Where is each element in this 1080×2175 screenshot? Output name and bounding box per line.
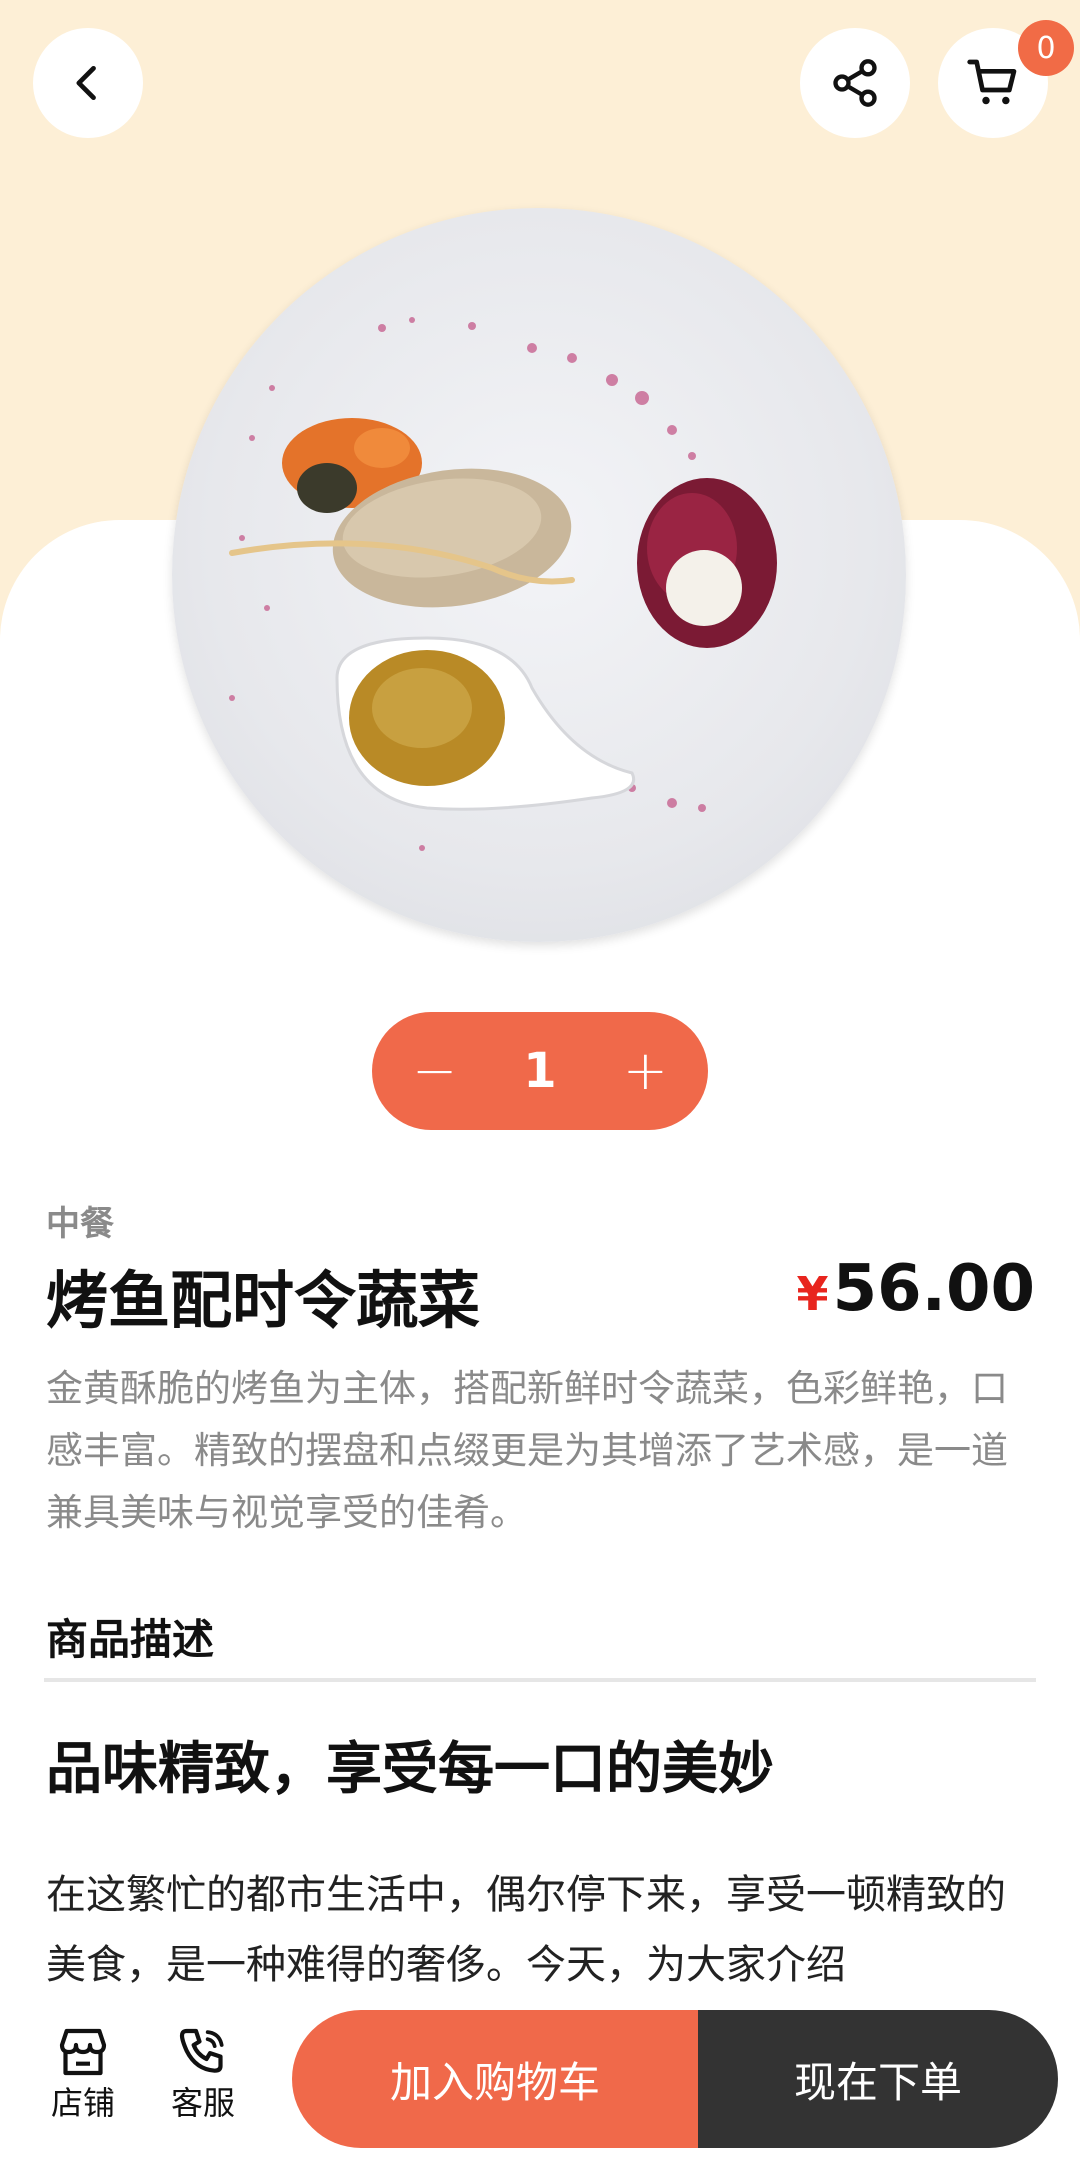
section-title-description: 商品描述 — [46, 1615, 215, 1664]
product-title: 烤鱼配时令蔬菜 — [46, 1264, 481, 1337]
back-button[interactable] — [33, 28, 143, 138]
quantity-stepper[interactable]: − 1 + — [372, 1012, 708, 1130]
dish-illustration — [229, 317, 777, 851]
increase-quantity-button[interactable]: + — [623, 1044, 668, 1098]
customer-service-button[interactable]: 客服 — [158, 2026, 248, 2124]
product-price: ¥56.00 — [797, 1252, 1035, 1326]
phone-icon — [179, 2028, 224, 2073]
service-label: 客服 — [170, 2084, 235, 2122]
description-headline: 品味精致，享受每一口的美妙 — [46, 1737, 774, 1802]
share-button[interactable] — [800, 28, 910, 138]
currency-symbol: ¥ — [796, 1267, 829, 1321]
add-to-cart-button[interactable]: 加入购物车 — [292, 2010, 698, 2148]
order-now-button[interactable]: 现在下单 — [698, 2010, 1058, 2148]
decrease-quantity-button[interactable]: − — [412, 1044, 457, 1098]
share-icon — [833, 59, 877, 107]
section-divider — [44, 1678, 1036, 1682]
dish-image — [172, 208, 906, 942]
quantity-value: 1 — [523, 1043, 557, 1099]
cart-icon — [967, 59, 1017, 105]
price-value: 56.00 — [832, 1252, 1035, 1326]
store-button[interactable]: 店铺 — [38, 2026, 128, 2124]
store-label: 店铺 — [50, 2084, 115, 2122]
cart-count-badge: 0 — [1018, 20, 1074, 76]
description-body: 在这繁忙的都市生活中，偶尔停下来，享受一顿精致的美食，是一种难得的奢侈。今天，为… — [46, 1872, 1006, 1988]
product-category: 中餐 — [46, 1204, 114, 1244]
store-icon — [59, 2028, 107, 2076]
product-summary: 金黄酥脆的烤鱼为主体，搭配新鲜时令蔬菜，色彩鲜艳，口感丰富。精致的摆盘和点缀更是… — [46, 1367, 1008, 1534]
chevron-left-icon — [76, 65, 96, 101]
